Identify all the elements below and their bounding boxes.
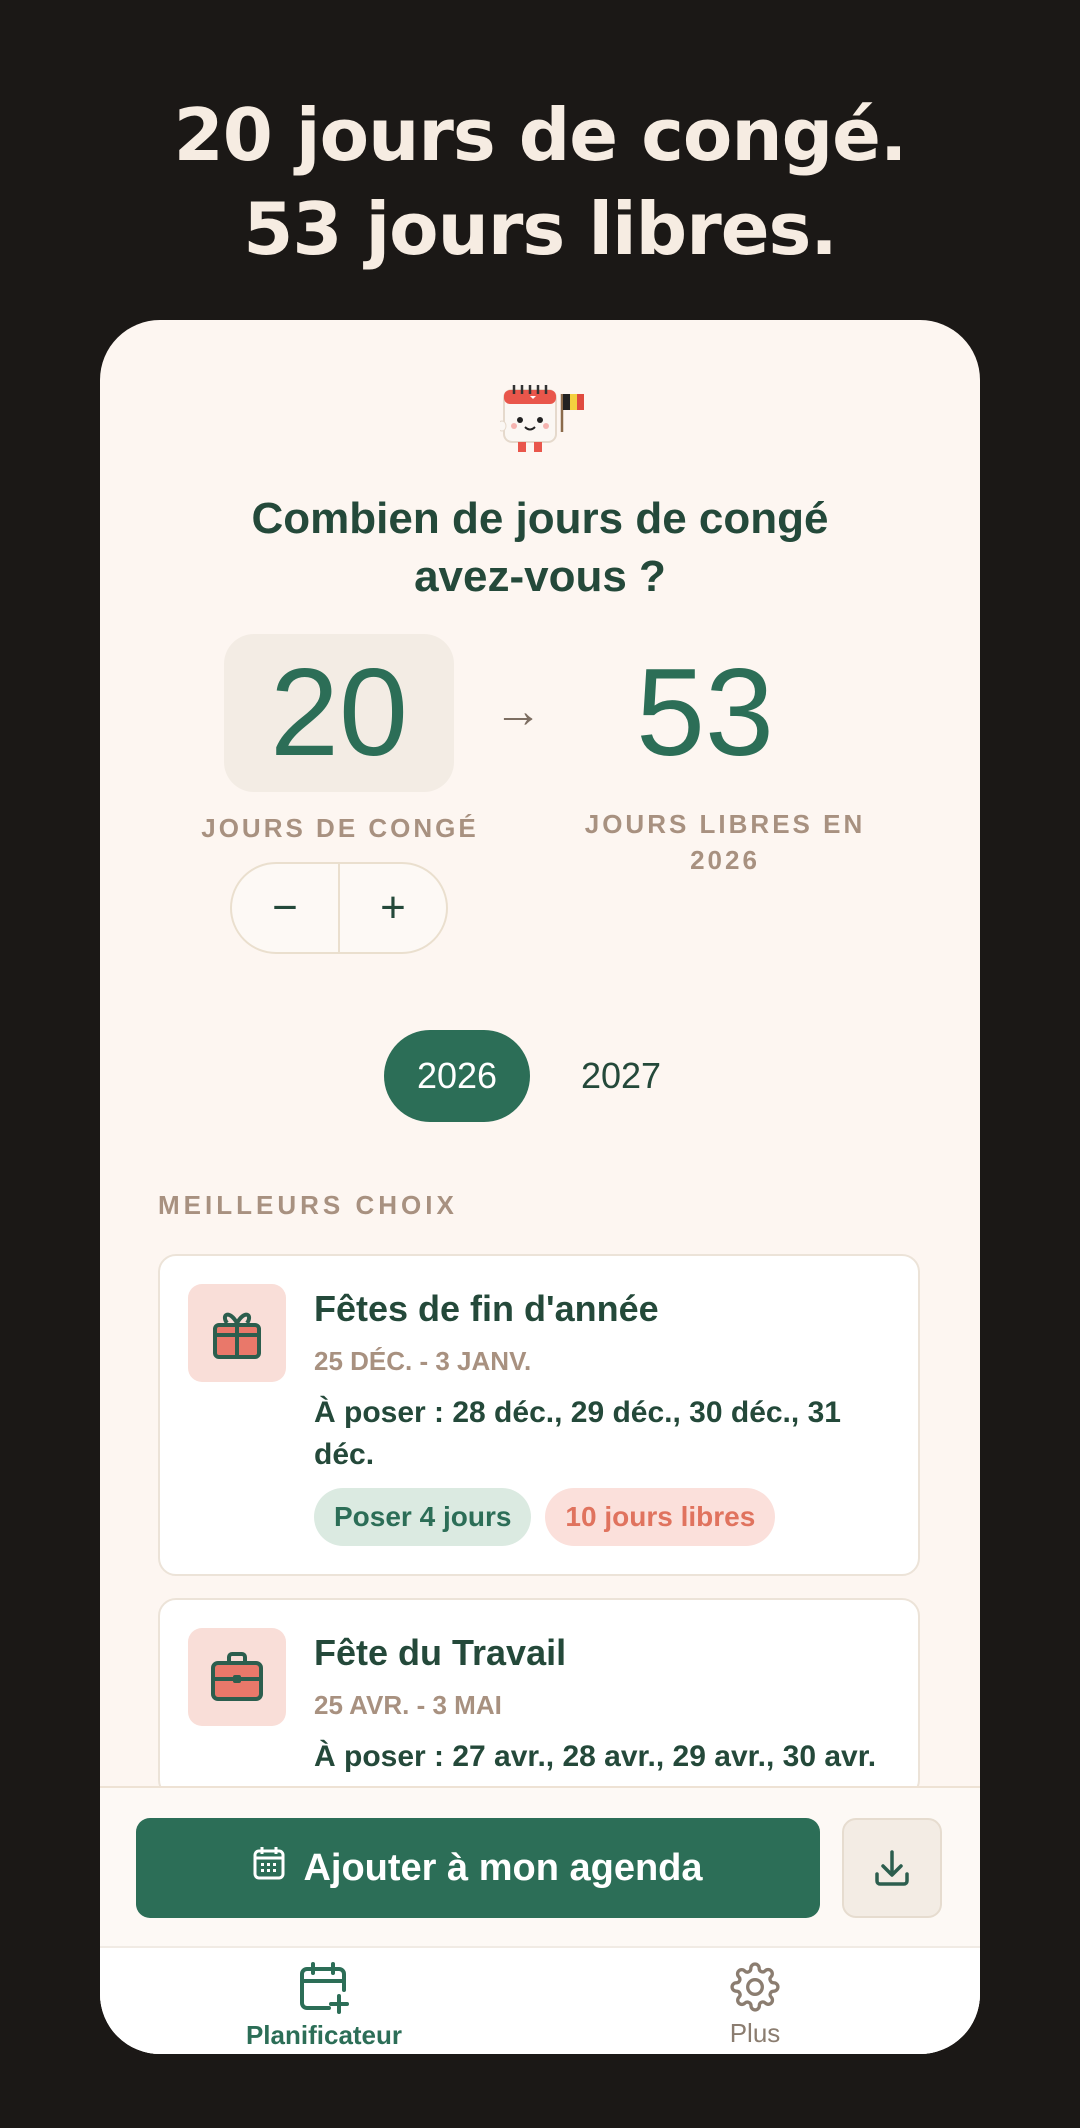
card-chips: Poser 4 jours 10 jours libres	[314, 1488, 776, 1546]
decrement-button[interactable]: −	[232, 864, 338, 952]
leave-days-label: JOURS DE CONGÉ	[201, 813, 479, 843]
headline-line-2: 53 jours libres.	[243, 187, 838, 271]
calendar-mascot-icon	[497, 382, 586, 462]
section-title: MEILLEURS CHOIX	[158, 1190, 458, 1220]
bottom-nav: Planificateur Plus	[100, 1946, 980, 2054]
free-days-chip: 10 jours libres	[545, 1488, 776, 1546]
headline: 20 jours de congé. 53 jours libres.	[0, 88, 1080, 276]
increment-button[interactable]: +	[340, 864, 446, 952]
download-icon	[875, 1850, 909, 1886]
card-title: Fêtes de fin d'année	[314, 1288, 659, 1329]
year-tab-2027[interactable]: 2027	[548, 1030, 694, 1122]
briefcase-icon	[188, 1628, 286, 1726]
leave-days-stepper: − +	[230, 862, 448, 954]
suggestion-card[interactable]: Fête du Travail 25 AVR. - 3 MAI À poser …	[158, 1598, 920, 1798]
year-tab-2026[interactable]: 2026	[384, 1030, 530, 1122]
suggestion-card[interactable]: Fêtes de fin d'année 25 DÉC. - 3 JANV. À…	[158, 1254, 920, 1576]
free-days-label-line-2: 2026	[690, 845, 760, 875]
calendar-icon	[253, 1846, 285, 1890]
free-days-value: 53	[636, 644, 774, 782]
arrow-right-icon: →	[494, 685, 542, 738]
days-question: Combien de jours de congé avez-vous ?	[100, 490, 980, 606]
add-to-calendar-label: Ajouter à mon agenda	[303, 1846, 703, 1889]
nav-item-planner[interactable]: Planificateur	[224, 1962, 424, 2051]
card-days: À poser : 27 avr., 28 avr., 29 avr., 30 …	[314, 1740, 877, 1773]
download-button[interactable]	[842, 1818, 942, 1918]
gear-icon	[730, 1962, 780, 2012]
calendar-add-icon	[300, 1962, 349, 2014]
card-title: Fête du Travail	[314, 1632, 567, 1673]
card-days: À poser : 28 déc., 29 déc., 30 déc., 31 …	[314, 1396, 841, 1471]
headline-line-1: 20 jours de congé.	[173, 93, 908, 177]
nav-item-more[interactable]: Plus	[655, 1962, 855, 2049]
nav-label-more: Plus	[729, 2018, 781, 2048]
free-days-label-line-1: JOURS LIBRES EN	[584, 809, 866, 839]
leave-days-value[interactable]: 20	[224, 634, 454, 792]
question-line-1: Combien de jours de congé	[251, 494, 829, 543]
gift-icon	[188, 1284, 286, 1382]
phone-screen: Combien de jours de congé avez-vous ? 20…	[100, 320, 980, 2054]
card-dates: 25 DÉC. - 3 JANV.	[314, 1346, 532, 1376]
add-to-calendar-button[interactable]: Ajouter à mon agenda	[136, 1818, 820, 1918]
question-line-2: avez-vous ?	[414, 552, 666, 601]
free-days-label: JOURS LIBRES EN 2026	[570, 806, 880, 878]
nav-label-planner: Planificateur	[245, 2020, 403, 2050]
leave-days-chip: Poser 4 jours	[314, 1488, 532, 1546]
card-dates: 25 AVR. - 3 MAI	[314, 1690, 502, 1720]
